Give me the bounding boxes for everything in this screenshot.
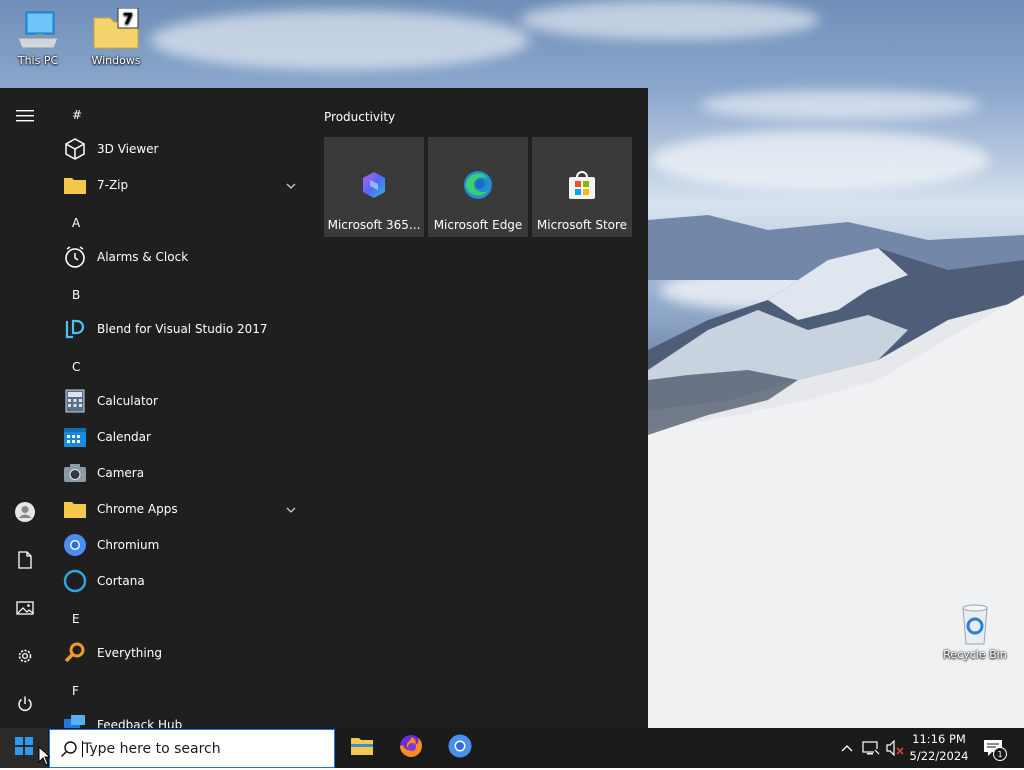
desktop-icon-windows-folder[interactable]: 7 Windows <box>78 7 154 67</box>
app-label: Everything <box>97 646 162 660</box>
feedback-hub-icon <box>63 713 87 728</box>
mouse-cursor-icon <box>38 745 52 770</box>
tile-microsoft-edge[interactable]: Microsoft Edge <box>428 137 528 237</box>
app-calculator[interactable]: Calculator <box>60 383 308 419</box>
calendar-icon <box>63 425 87 449</box>
section-letter[interactable]: F <box>72 684 79 698</box>
tile-label: Microsoft Edge <box>433 218 523 232</box>
app-list[interactable]: # 3D Viewer 7-Zip A Alarms & Clock B Ble… <box>50 88 312 728</box>
action-center-button[interactable]: 1 <box>978 728 1008 768</box>
app-label: Chromium <box>97 538 160 552</box>
clock-time: 11:16 PM <box>912 732 966 746</box>
app-alarms-clock[interactable]: Alarms & Clock <box>60 239 308 275</box>
svg-text:7: 7 <box>123 10 133 28</box>
section-letter[interactable]: # <box>72 108 82 122</box>
tile-group-title[interactable]: Productivity <box>324 110 395 124</box>
chromium-icon <box>63 533 87 557</box>
desktop-icon-label: Windows <box>91 54 141 67</box>
search-icon <box>60 740 78 758</box>
tile-label: Microsoft 365... <box>327 218 421 232</box>
start-rail <box>0 88 50 728</box>
chevron-down-icon[interactable] <box>286 178 296 192</box>
chromium-icon <box>447 733 473 763</box>
alarm-clock-icon <box>63 245 87 269</box>
taskbar-chromium[interactable] <box>436 728 484 768</box>
camera-icon <box>63 461 87 485</box>
app-chromium[interactable]: Chromium <box>60 527 308 563</box>
app-label: Camera <box>97 466 145 480</box>
tile-microsoft-store[interactable]: Microsoft Store <box>532 137 632 237</box>
power-icon[interactable] <box>9 688 41 720</box>
start-menu: # 3D Viewer 7-Zip A Alarms & Clock B Ble… <box>0 88 648 728</box>
app-camera[interactable]: Camera <box>60 455 308 491</box>
notification-icon: 1 <box>983 739 1007 761</box>
user-icon[interactable] <box>9 496 41 528</box>
clock-date: 5/22/2024 <box>909 749 969 763</box>
app-3d-viewer[interactable]: 3D Viewer <box>60 131 308 167</box>
chevron-down-icon[interactable] <box>286 502 296 516</box>
pictures-icon[interactable] <box>9 592 41 624</box>
app-label: Chrome Apps <box>97 502 178 516</box>
documents-icon[interactable] <box>9 544 41 576</box>
app-label: Calculator <box>97 394 158 408</box>
desktop-icon-this-pc[interactable]: This PC <box>0 8 76 67</box>
search-placeholder: Type here to search <box>83 740 221 757</box>
app-calendar[interactable]: Calendar <box>60 419 308 455</box>
store-icon <box>566 169 598 201</box>
edge-icon <box>462 169 494 201</box>
blend-icon <box>63 317 87 341</box>
hamburger-icon[interactable] <box>9 100 41 132</box>
app-blend[interactable]: Blend for Visual Studio 2017 <box>60 311 308 347</box>
desktop-icon-label: Recycle Bin <box>943 648 1007 661</box>
computer-icon <box>14 8 62 52</box>
section-letter[interactable]: B <box>72 288 80 302</box>
app-label: Feedback Hub <box>97 718 183 728</box>
notification-count-badge: 1 <box>993 747 1007 761</box>
file-explorer-icon <box>350 736 374 760</box>
cortana-icon <box>63 569 87 593</box>
microsoft-365-icon <box>358 169 390 201</box>
folder-icon <box>63 173 87 197</box>
section-letter[interactable]: E <box>72 612 80 626</box>
app-label: 3D Viewer <box>97 142 159 156</box>
desktop-icon-label: This PC <box>17 54 59 67</box>
section-letter[interactable]: A <box>72 216 80 230</box>
firefox-icon <box>398 733 424 763</box>
settings-icon[interactable] <box>9 640 41 672</box>
show-hidden-icons-chevron-icon[interactable] <box>838 728 856 768</box>
tile-label: Microsoft Store <box>536 218 628 232</box>
system-clock[interactable]: 11:16 PM 5/22/2024 <box>906 731 972 765</box>
app-label: Calendar <box>97 430 151 444</box>
windows-logo-icon <box>15 737 33 759</box>
taskbar-firefox[interactable] <box>387 728 435 768</box>
app-label: Blend for Visual Studio 2017 <box>97 322 268 336</box>
app-everything[interactable]: Everything <box>60 635 308 671</box>
volume-muted-icon[interactable] <box>884 728 906 768</box>
app-chrome-apps[interactable]: Chrome Apps <box>60 491 308 527</box>
magnifier-icon <box>63 641 87 665</box>
section-letter[interactable]: C <box>72 360 80 374</box>
taskbar-file-explorer[interactable] <box>338 728 386 768</box>
app-label: Alarms & Clock <box>97 250 189 264</box>
app-label: Cortana <box>97 574 145 588</box>
app-feedback-hub[interactable]: Feedback Hub <box>60 707 308 728</box>
folder-icon <box>63 497 87 521</box>
app-cortana[interactable]: Cortana <box>60 563 308 599</box>
folder-icon: 7 <box>92 7 140 52</box>
cube-icon <box>63 137 87 161</box>
app-7-zip[interactable]: 7-Zip <box>60 167 308 203</box>
calculator-icon <box>63 389 87 413</box>
app-label: 7-Zip <box>97 178 129 192</box>
desktop-icon-recycle-bin[interactable]: Recycle Bin <box>937 602 1013 661</box>
tile-microsoft-365[interactable]: Microsoft 365... <box>324 137 424 237</box>
search-box[interactable]: Type here to search <box>49 729 335 768</box>
recycle-bin-icon <box>951 602 999 646</box>
taskbar: Type here to search 11:16 PM 5/22/2024 1 <box>0 728 1024 768</box>
network-icon[interactable] <box>860 728 882 768</box>
